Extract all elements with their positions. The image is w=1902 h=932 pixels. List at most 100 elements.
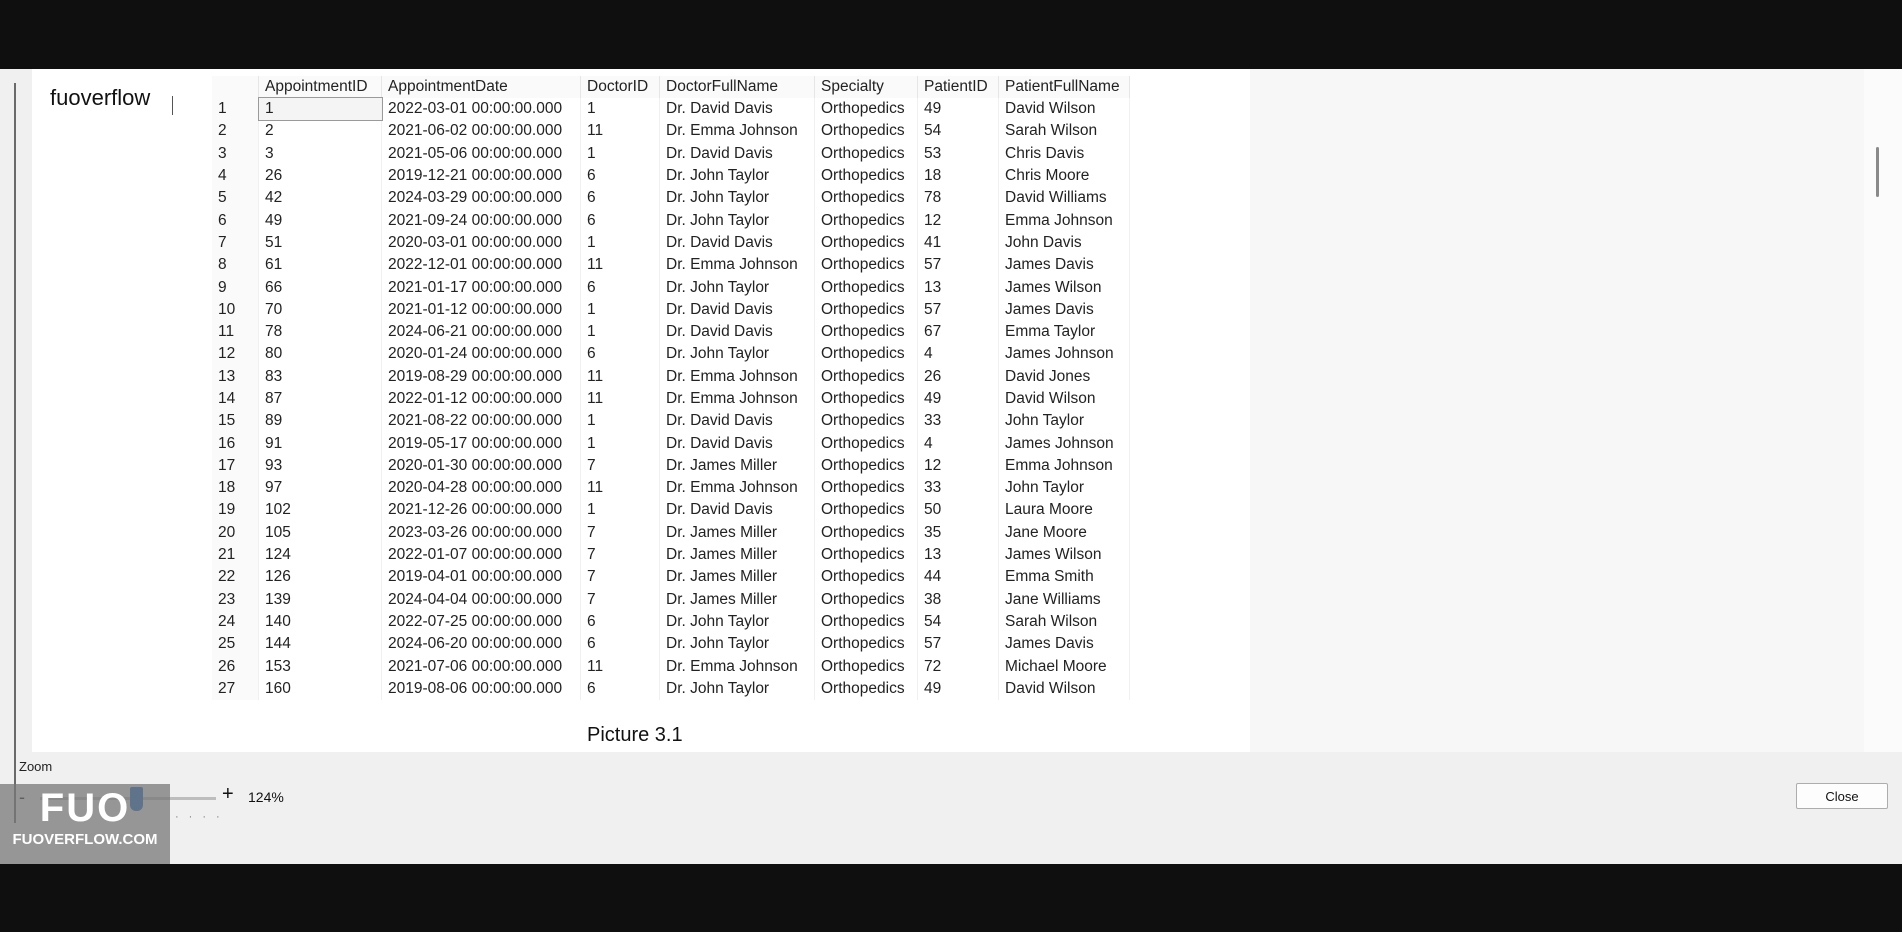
cell-specialty: Orthopedics <box>814 231 918 255</box>
cell-appointment-id: 89 <box>258 410 382 433</box>
cell-appointment-date: 2022-12-01 00:00:00.000 <box>381 254 581 277</box>
cell-patient-full-name: James Wilson <box>998 276 1130 299</box>
cell-patient-id: 33 <box>917 477 999 500</box>
cell-appointment-date: 2022-01-12 00:00:00.000 <box>381 387 581 411</box>
cell-doctor-id: 1 <box>580 98 660 121</box>
cell-appointment-date: 2023-03-26 00:00:00.000 <box>381 521 581 544</box>
cell-patient-id: 4 <box>917 432 999 455</box>
cell-patient-full-name: Laura Moore <box>998 499 1130 522</box>
cell-appointment-id: 78 <box>258 320 382 344</box>
cell-row-number: 4 <box>212 164 259 188</box>
cell-row-number: 8 <box>212 254 259 277</box>
cell-doctor-id: 6 <box>580 610 660 634</box>
cell-appointment-id: 83 <box>258 365 382 388</box>
table-row: 21 124 2022-01-07 00:00:00.000 7 Dr. James M… <box>212 543 1130 567</box>
vertical-scrollbar[interactable] <box>1864 69 1902 752</box>
cell-row-number: 3 <box>212 142 259 165</box>
cell-specialty: Orthopedics <box>814 298 918 321</box>
cell-patient-full-name: David Jones <box>998 365 1130 388</box>
cell-row-number: 11 <box>212 320 259 344</box>
column-header-doctor-full-name: DoctorFullName <box>659 76 815 98</box>
cell-row-number: 23 <box>212 588 259 611</box>
cell-patient-id: 38 <box>917 588 999 611</box>
table-row: 3 3 2021-05-06 00:00:00.000 1 Dr. David Davi… <box>212 142 1130 165</box>
table-row: 25 144 2024-06-20 00:00:00.000 6 Dr. John Ta… <box>212 633 1130 656</box>
cell-appointment-date: 2019-08-29 00:00:00.000 <box>381 365 581 388</box>
cell-patient-full-name: James Davis <box>998 254 1130 277</box>
cell-patient-id: 12 <box>917 454 999 478</box>
cell-patient-full-name: John Davis <box>998 231 1130 255</box>
cell-patient-id: 44 <box>917 566 999 589</box>
cell-patient-id: 72 <box>917 655 999 678</box>
cell-doctor-full-name: Dr. James Miller <box>659 454 815 478</box>
cell-specialty: Orthopedics <box>814 209 918 232</box>
cell-specialty: Orthopedics <box>814 432 918 455</box>
cell-appointment-date: 2021-08-22 00:00:00.000 <box>381 410 581 433</box>
cell-patient-id: 49 <box>917 677 999 701</box>
column-header-patient-full-name: PatientFullName <box>998 76 1130 98</box>
cell-patient-full-name: David Wilson <box>998 387 1130 411</box>
table-row: 24 140 2022-07-25 00:00:00.000 6 Dr. John Ta… <box>212 610 1130 634</box>
cell-doctor-full-name: Dr. David Davis <box>659 410 815 433</box>
cell-specialty: Orthopedics <box>814 320 918 344</box>
cell-doctor-id: 1 <box>580 432 660 455</box>
table-row: 4 26 2019-12-21 00:00:00.000 6 Dr. John Tayl… <box>212 164 1130 188</box>
cell-patient-full-name: Michael Moore <box>998 655 1130 678</box>
cell-doctor-id: 11 <box>580 387 660 411</box>
scrollbar-thumb[interactable] <box>1876 147 1879 197</box>
cell-appointment-date: 2019-08-06 00:00:00.000 <box>381 677 581 701</box>
cell-doctor-full-name: Dr. David Davis <box>659 499 815 522</box>
cell-row-number: 12 <box>212 343 259 366</box>
cell-appointment-id: 1 <box>257 96 383 122</box>
cell-row-number: 13 <box>212 365 259 388</box>
cell-specialty: Orthopedics <box>814 254 918 277</box>
cell-appointment-id: 26 <box>258 164 382 188</box>
cell-doctor-full-name: Dr. James Miller <box>659 588 815 611</box>
cell-row-number: 15 <box>212 410 259 433</box>
cell-appointment-id: 139 <box>258 588 382 611</box>
zoom-label: Zoom <box>19 759 53 774</box>
table-header-row: AppointmentID AppointmentDate DoctorID D… <box>212 76 1130 98</box>
cell-appointment-id: 124 <box>258 543 382 567</box>
cell-specialty: Orthopedics <box>814 142 918 165</box>
column-header-patient-id: PatientID <box>917 76 999 98</box>
table-row: 8 61 2022-12-01 00:00:00.000 11 Dr. Emma Joh… <box>212 254 1130 277</box>
table-row: 10 70 2021-01-12 00:00:00.000 1 Dr. David Da… <box>212 298 1130 321</box>
cell-doctor-full-name: Dr. Emma Johnson <box>659 365 815 388</box>
cell-doctor-id: 6 <box>580 209 660 232</box>
cell-doctor-full-name: Dr. Emma Johnson <box>659 120 815 143</box>
image-viewport[interactable]: fuoverflow AppointmentID AppointmentDate… <box>32 69 1864 752</box>
cell-doctor-id: 7 <box>580 566 660 589</box>
cell-doctor-full-name: Dr. Emma Johnson <box>659 477 815 500</box>
picture-caption: Picture 3.1 <box>587 724 683 746</box>
cell-appointment-date: 2021-09-24 00:00:00.000 <box>381 209 581 232</box>
cell-doctor-id: 7 <box>580 543 660 567</box>
zoom-in-icon[interactable]: + <box>222 783 234 806</box>
cell-doctor-id: 11 <box>580 477 660 500</box>
cell-row-number: 26 <box>212 655 259 678</box>
cell-patient-id: 54 <box>917 120 999 143</box>
cell-doctor-full-name: Dr. Emma Johnson <box>659 655 815 678</box>
cell-doctor-full-name: Dr. John Taylor <box>659 164 815 188</box>
cell-patient-id: 78 <box>917 187 999 210</box>
cell-patient-id: 50 <box>917 499 999 522</box>
cell-patient-full-name: John Taylor <box>998 410 1130 433</box>
cell-patient-id: 4 <box>917 343 999 366</box>
close-button[interactable]: Close <box>1796 783 1888 809</box>
cell-doctor-full-name: Dr. Emma Johnson <box>659 254 815 277</box>
cell-patient-full-name: Emma Johnson <box>998 454 1130 478</box>
cell-appointment-date: 2019-12-21 00:00:00.000 <box>381 164 581 188</box>
cell-row-number: 5 <box>212 187 259 210</box>
cell-patient-id: 13 <box>917 276 999 299</box>
cell-row-number: 27 <box>212 677 259 701</box>
cell-row-number: 6 <box>212 209 259 232</box>
cell-doctor-id: 6 <box>580 633 660 656</box>
cell-patient-full-name: James Johnson <box>998 432 1130 455</box>
cell-appointment-date: 2020-01-24 00:00:00.000 <box>381 343 581 366</box>
cell-row-number: 24 <box>212 610 259 634</box>
cell-appointment-date: 2021-06-02 00:00:00.000 <box>381 120 581 143</box>
cell-patient-id: 18 <box>917 164 999 188</box>
cell-appointment-date: 2020-01-30 00:00:00.000 <box>381 454 581 478</box>
cell-patient-full-name: Chris Davis <box>998 142 1130 165</box>
cell-row-number: 25 <box>212 633 259 656</box>
